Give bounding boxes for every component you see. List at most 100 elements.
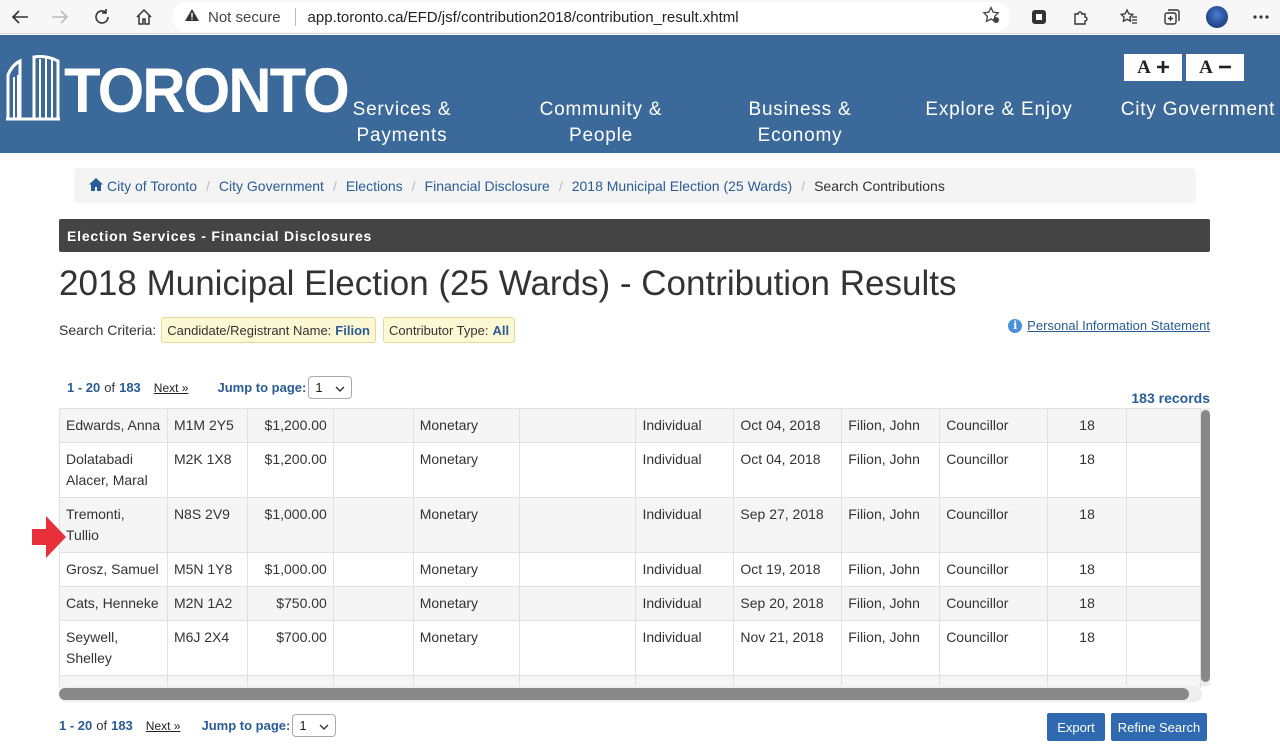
office-cell: Councillor <box>939 552 1049 587</box>
chevron-down-icon <box>335 380 345 395</box>
date-cell: Sep 20, 2018 <box>733 586 843 621</box>
contributor-type-cell: Individual <box>635 442 735 498</box>
forward-icon[interactable] <box>40 0 80 34</box>
amount-cell: $750.00 <box>246 586 334 621</box>
table-row: Cats, Henneke M2N 1A2 $750.00 Monetary Indiv… <box>59 586 1201 621</box>
back-icon[interactable] <box>0 0 40 34</box>
add-favorite-icon[interactable] <box>982 5 1000 29</box>
empty-cell <box>1126 552 1201 587</box>
candidate-cell: Filion, John <box>841 442 941 498</box>
horizontal-scroll-thumb[interactable] <box>59 688 1189 700</box>
extension-icon[interactable] <box>1026 5 1052 29</box>
jump-to-page-label: Jump to page: <box>217 380 307 395</box>
ward-cell: 18 <box>1047 497 1128 553</box>
page-select[interactable]: 1 <box>292 714 337 737</box>
breadcrumb-city-of-toronto[interactable]: City of Toronto <box>107 178 197 194</box>
candidate-cell: Filion, John <box>841 408 941 443</box>
office-cell: Councillor <box>939 620 1049 676</box>
amount-cell: $700.00 <box>246 620 334 676</box>
postal-code-cell: N8S 2V9 <box>166 497 248 553</box>
next-page-link[interactable]: Next » <box>146 719 181 733</box>
contribution-type-cell: Monetary <box>412 442 520 498</box>
empty-cell <box>332 442 414 498</box>
candidate-criteria-badge: Candidate/Registrant Name: Filion <box>161 317 376 343</box>
breadcrumb-city-government[interactable]: City Government <box>219 178 324 194</box>
empty-cell <box>518 442 637 498</box>
contributor-type-cell: Individual <box>635 552 735 587</box>
breadcrumb-separator: / <box>558 177 563 194</box>
favorites-icon[interactable] <box>1116 5 1142 29</box>
collections-icon[interactable] <box>1159 5 1185 29</box>
empty-cell <box>332 586 414 621</box>
breadcrumb-financial-disclosure[interactable]: Financial Disclosure <box>425 178 550 194</box>
office-cell: Councillor <box>939 442 1049 498</box>
contributor-type-cell: Individual <box>635 586 735 621</box>
nav-business-economy[interactable]: Business & Economy <box>736 97 864 149</box>
ward-cell: 18 <box>1047 408 1128 443</box>
contributor-name-cell: Edwards, Anna <box>59 408 168 443</box>
url-text: app.toronto.ca/EFD/jsf/contribution2018/… <box>307 8 739 26</box>
contribution-type-cell: Monetary <box>412 408 520 443</box>
page-title: 2018 Municipal Election (25 Wards) - Con… <box>59 264 957 303</box>
amount-cell: $1,000.00 <box>246 497 334 553</box>
breadcrumb-2018-election[interactable]: 2018 Municipal Election (25 Wards) <box>572 178 792 194</box>
refresh-icon[interactable] <box>82 0 122 34</box>
minus-icon <box>1218 57 1231 79</box>
increase-font-button[interactable]: A <box>1124 54 1182 81</box>
breadcrumb-separator: / <box>801 177 806 194</box>
contributor-criteria-badge: Contributor Type: All <box>382 317 516 343</box>
export-button[interactable]: Export <box>1047 713 1105 741</box>
contributor-name-cell: Seywell, Shelley <box>59 620 168 676</box>
results-table: Edwards, Anna M1M 2Y5 $1,200.00 Monetary Ind… <box>59 408 1210 688</box>
vertical-scroll-thumb[interactable] <box>1201 410 1210 682</box>
address-bar[interactable]: Not secure app.toronto.ca/EFD/jsf/contri… <box>172 2 1010 32</box>
table-row: Seywell, Shelley M6J 2X4 $700.00 Monetary In… <box>59 620 1201 676</box>
contribution-type-cell: Monetary <box>412 497 520 553</box>
security-label: Not secure <box>208 8 281 26</box>
contributor-type-cell: Individual <box>635 408 735 443</box>
nav-services-payments[interactable]: Services & Payments <box>340 97 464 149</box>
ward-cell: 18 <box>1047 442 1128 498</box>
candidate-cell: Filion, John <box>841 497 941 553</box>
ward-cell: 18 <box>1047 552 1128 587</box>
next-page-link[interactable]: Next » <box>154 381 189 395</box>
ward-cell: 18 <box>1047 620 1128 676</box>
logo-wordmark: TORONTO <box>64 55 350 126</box>
nav-community-people[interactable]: Community & People <box>530 97 672 149</box>
decrease-font-button[interactable]: A <box>1186 54 1244 81</box>
info-icon: i <box>1008 318 1023 333</box>
empty-cell <box>518 552 637 587</box>
url-divider <box>294 8 296 26</box>
date-cell: Oct 04, 2018 <box>733 408 843 443</box>
candidate-cell: Filion, John <box>841 552 941 587</box>
home-icon[interactable] <box>124 0 164 34</box>
warning-icon <box>184 8 200 26</box>
empty-cell <box>332 620 414 676</box>
puzzle-icon[interactable] <box>1068 5 1094 29</box>
empty-cell <box>1126 408 1201 443</box>
home-icon <box>89 177 103 194</box>
personal-info-link[interactable]: Personal Information Statement <box>1027 318 1210 333</box>
table-row: Edwards, Anna M1M 2Y5 $1,200.00 Monetary Ind… <box>59 408 1201 443</box>
empty-cell <box>1126 442 1201 498</box>
empty-cell <box>518 586 637 621</box>
profile-avatar[interactable] <box>1204 5 1230 29</box>
office-cell: Councillor <box>939 586 1049 621</box>
amount-cell: $1,200.00 <box>246 408 334 443</box>
browser-toolbar: Not secure app.toronto.ca/EFD/jsf/contri… <box>0 0 1280 34</box>
nav-explore-enjoy[interactable]: Explore & Enjoy <box>920 97 1078 123</box>
breadcrumb-elections[interactable]: Elections <box>346 178 403 194</box>
postal-code-cell: M2K 1X8 <box>166 442 248 498</box>
empty-cell <box>518 620 637 676</box>
page-select[interactable]: 1 <box>308 376 353 399</box>
toronto-logo[interactable]: TORONTO <box>6 53 350 126</box>
contributor-type-cell: Individual <box>635 497 735 553</box>
nav-city-government[interactable]: City Government <box>1118 97 1278 123</box>
date-cell: Oct 19, 2018 <box>733 552 843 587</box>
refine-search-button[interactable]: Refine Search <box>1111 713 1207 741</box>
breadcrumb-separator: / <box>206 177 210 194</box>
search-criteria: Search Criteria: Candidate/Registrant Na… <box>59 317 522 343</box>
contribution-type-cell: Monetary <box>412 552 520 587</box>
more-options-icon[interactable] <box>1248 5 1274 29</box>
date-cell: Nov 21, 2018 <box>733 620 843 676</box>
